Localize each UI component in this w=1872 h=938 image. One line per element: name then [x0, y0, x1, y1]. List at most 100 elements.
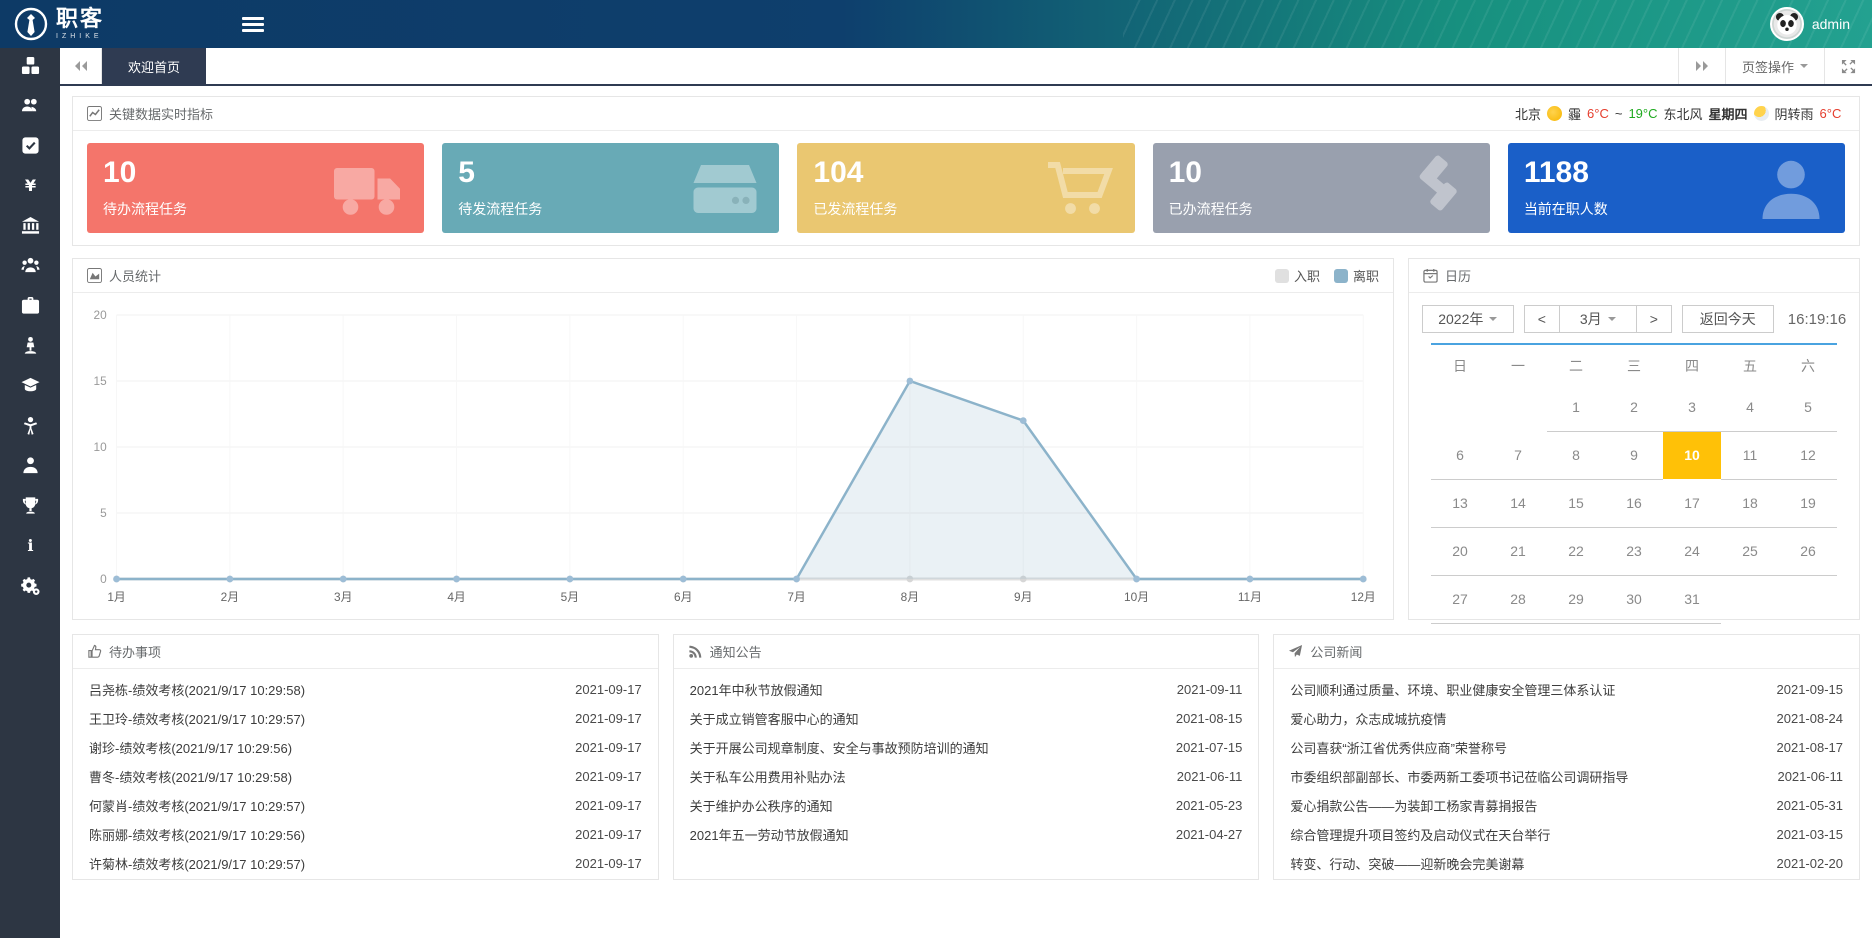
- list-item-title[interactable]: 2021年五一劳动节放假通知: [690, 825, 861, 844]
- list-item-title[interactable]: 吕尧栋-绩效考核(2021/9/17 10:29:58): [89, 680, 317, 699]
- calendar-day-14[interactable]: 14: [1489, 479, 1547, 527]
- list-item-title[interactable]: 2021年中秋节放假通知: [690, 680, 835, 699]
- sidebar-item-single-user-icon[interactable]: [0, 448, 60, 488]
- list-item[interactable]: 爱心助力，众志成城抗疫情2021-08-24: [1290, 704, 1843, 733]
- sidebar-item-briefcase-icon[interactable]: [0, 288, 60, 328]
- calendar-day-1[interactable]: 1: [1547, 383, 1605, 431]
- list-item-title[interactable]: 王卫玲-绩效考核(2021/9/17 10:29:57): [89, 709, 317, 728]
- calendar-day-28[interactable]: 28: [1489, 575, 1547, 623]
- list-item[interactable]: 谢珍-绩效考核(2021/9/17 10:29:56)2021-09-17: [89, 733, 642, 762]
- list-item[interactable]: 关于私车公用费用补贴办法2021-06-11: [690, 762, 1243, 791]
- calendar-day-18[interactable]: 18: [1721, 479, 1779, 527]
- tab-operations-dropdown[interactable]: 页签操作: [1725, 48, 1824, 84]
- list-item-title[interactable]: 公司喜获“浙江省优秀供应商”荣誉称号: [1290, 738, 1519, 757]
- list-item[interactable]: 2021年中秋节放假通知2021-09-11: [690, 675, 1243, 704]
- sidebar-item-yen-icon[interactable]: ¥: [0, 168, 60, 208]
- list-item[interactable]: 王卫玲-绩效考核(2021/9/17 10:29:57)2021-09-17: [89, 704, 642, 733]
- calendar-day-19[interactable]: 19: [1779, 479, 1837, 527]
- list-item[interactable]: 公司喜获“浙江省优秀供应商”荣誉称号2021-08-17: [1290, 733, 1843, 762]
- app-logo[interactable]: 职客 IZHIKE: [0, 7, 200, 41]
- list-item-title[interactable]: 许菊林-绩效考核(2021/9/17 10:29:57): [89, 854, 317, 873]
- kpi-card-3[interactable]: 10已办流程任务: [1153, 143, 1490, 233]
- calendar-day-22[interactable]: 22: [1547, 527, 1605, 575]
- sidebar-item-team-icon[interactable]: [0, 248, 60, 288]
- calendar-day-7[interactable]: 7: [1489, 431, 1547, 479]
- list-item[interactable]: 许菊林-绩效考核(2021/9/17 10:29:57)2021-09-17: [89, 849, 642, 878]
- list-item[interactable]: 关于成立销管客服中心的通知2021-08-15: [690, 704, 1243, 733]
- sidebar-item-speaker-icon[interactable]: [0, 328, 60, 368]
- list-item[interactable]: 吕尧栋-绩效考核(2021/9/17 10:29:58)2021-09-17: [89, 675, 642, 704]
- legend-item-入职[interactable]: 入职: [1275, 266, 1320, 285]
- list-item-title[interactable]: 谢珍-绩效考核(2021/9/17 10:29:56): [89, 738, 304, 757]
- sidebar-item-info-icon[interactable]: i: [0, 528, 60, 568]
- sidebar-item-trophy-icon[interactable]: [0, 488, 60, 528]
- calendar-day-9[interactable]: 9: [1605, 431, 1663, 479]
- list-item-title[interactable]: 爱心助力，众志成城抗疫情: [1290, 709, 1458, 728]
- calendar-day-30[interactable]: 30: [1605, 575, 1663, 623]
- list-item-title[interactable]: 关于私车公用费用补贴办法: [690, 767, 858, 786]
- calendar-day-27[interactable]: 27: [1431, 575, 1489, 623]
- tab-home[interactable]: 欢迎首页: [102, 48, 206, 84]
- list-item-title[interactable]: 关于维护办公秩序的通知: [690, 796, 845, 815]
- calendar-day-20[interactable]: 20: [1431, 527, 1489, 575]
- fullscreen-button[interactable]: [1824, 48, 1872, 84]
- calendar-day-17[interactable]: 17: [1663, 479, 1721, 527]
- list-item[interactable]: 市委组织部副部长、市委两新工委项书记莅临公司调研指导2021-06-11: [1290, 762, 1843, 791]
- calendar-next-month-button[interactable]: >: [1637, 306, 1671, 332]
- list-item-title[interactable]: 爱心捐款公告——为装卸工杨家青募捐报告: [1290, 796, 1549, 815]
- tabs-scroll-right-button[interactable]: [1678, 48, 1725, 84]
- calendar-day-13[interactable]: 13: [1431, 479, 1489, 527]
- sidebar-item-cubes-icon[interactable]: [0, 48, 60, 88]
- calendar-day-8[interactable]: 8: [1547, 431, 1605, 479]
- hamburger-menu-icon[interactable]: [242, 14, 264, 35]
- kpi-card-0[interactable]: 10待办流程任务: [87, 143, 424, 233]
- list-item[interactable]: 转变、行动、突破——迎新晚会完美谢幕2021-02-20: [1290, 849, 1843, 878]
- list-item[interactable]: 陈丽娜-绩效考核(2021/9/17 10:29:56)2021-09-17: [89, 820, 642, 849]
- calendar-day-4[interactable]: 4: [1721, 383, 1779, 431]
- sidebar-item-users-icon[interactable]: [0, 88, 60, 128]
- calendar-day-21[interactable]: 21: [1489, 527, 1547, 575]
- list-item-title[interactable]: 何蒙肖-绩效考核(2021/9/17 10:29:57): [89, 796, 317, 815]
- sidebar-item-gears-icon[interactable]: [0, 568, 60, 608]
- sidebar-item-bank-icon[interactable]: [0, 208, 60, 248]
- list-item[interactable]: 关于维护办公秩序的通知2021-05-23: [690, 791, 1243, 820]
- calendar-day-10[interactable]: 10: [1663, 431, 1721, 479]
- tabs-scroll-left-button[interactable]: [60, 48, 102, 84]
- list-item-title[interactable]: 公司顺利通过质量、环境、职业健康安全管理三体系认证: [1290, 680, 1627, 699]
- list-item-title[interactable]: 陈丽娜-绩效考核(2021/9/17 10:29:56): [89, 825, 317, 844]
- sidebar-item-check-square-icon[interactable]: [0, 128, 60, 168]
- list-item-title[interactable]: 综合管理提升项目签约及启动仪式在天台举行: [1290, 825, 1562, 844]
- list-item-title[interactable]: 关于成立销管客服中心的通知: [690, 709, 871, 728]
- list-item-title[interactable]: 关于开展公司规章制度、安全与事故预防培训的通知: [690, 738, 1001, 757]
- sidebar-item-graduation-cap-icon[interactable]: [0, 368, 60, 408]
- calendar-day-3[interactable]: 3: [1663, 383, 1721, 431]
- calendar-day-5[interactable]: 5: [1779, 383, 1837, 431]
- list-item-title[interactable]: 转变、行动、突破——迎新晚会完美谢幕: [1290, 854, 1536, 873]
- calendar-day-23[interactable]: 23: [1605, 527, 1663, 575]
- list-item[interactable]: 公司顺利通过质量、环境、职业健康安全管理三体系认证2021-09-15: [1290, 675, 1843, 704]
- calendar-day-12[interactable]: 12: [1779, 431, 1837, 479]
- calendar-day-24[interactable]: 24: [1663, 527, 1721, 575]
- calendar-day-16[interactable]: 16: [1605, 479, 1663, 527]
- list-item[interactable]: 2021年五一劳动节放假通知2021-04-27: [690, 820, 1243, 849]
- sidebar-item-person-icon[interactable]: [0, 408, 60, 448]
- list-item[interactable]: 综合管理提升项目签约及启动仪式在天台举行2021-03-15: [1290, 820, 1843, 849]
- kpi-card-2[interactable]: 104已发流程任务: [797, 143, 1134, 233]
- kpi-card-4[interactable]: 1188当前在职人数: [1508, 143, 1845, 233]
- calendar-day-11[interactable]: 11: [1721, 431, 1779, 479]
- calendar-day-31[interactable]: 31: [1663, 575, 1721, 623]
- username-label[interactable]: admin: [1812, 16, 1850, 32]
- calendar-day-26[interactable]: 26: [1779, 527, 1837, 575]
- user-avatar[interactable]: [1770, 7, 1804, 41]
- calendar-year-select[interactable]: 2022年: [1422, 305, 1514, 333]
- calendar-day-2[interactable]: 2: [1605, 383, 1663, 431]
- calendar-today-button[interactable]: 返回今天: [1682, 305, 1774, 333]
- list-item[interactable]: 关于开展公司规章制度、安全与事故预防培训的通知2021-07-15: [690, 733, 1243, 762]
- calendar-month-select[interactable]: 3月: [1559, 306, 1637, 332]
- kpi-card-1[interactable]: 5待发流程任务: [442, 143, 779, 233]
- calendar-day-15[interactable]: 15: [1547, 479, 1605, 527]
- calendar-day-29[interactable]: 29: [1547, 575, 1605, 623]
- list-item-title[interactable]: 曹冬-绩效考核(2021/9/17 10:29:58): [89, 767, 304, 786]
- list-item[interactable]: 爱心捐款公告——为装卸工杨家青募捐报告2021-05-31: [1290, 791, 1843, 820]
- calendar-prev-month-button[interactable]: <: [1525, 306, 1559, 332]
